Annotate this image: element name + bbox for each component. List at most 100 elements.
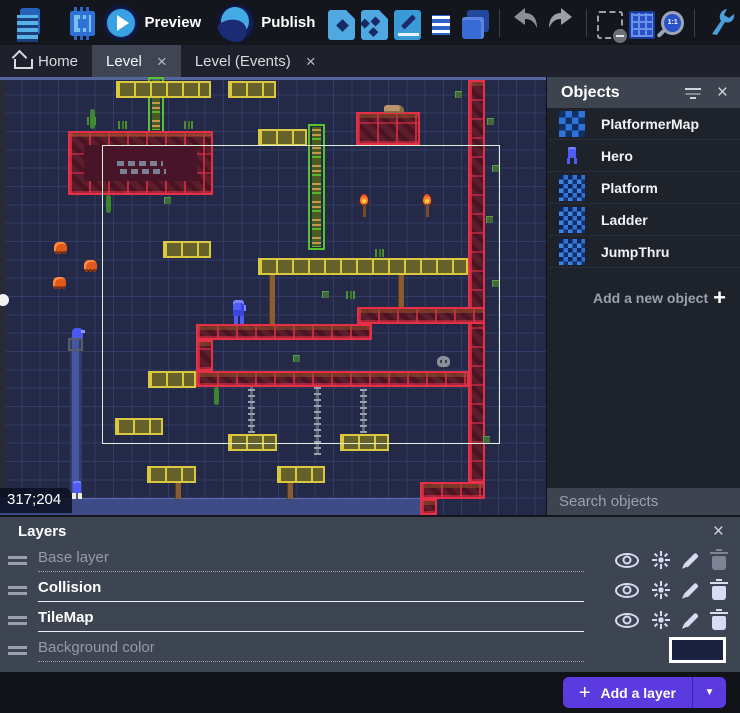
publish-button[interactable]: Publish — [217, 4, 325, 42]
add-new-object-button[interactable]: Add a new object + — [547, 283, 740, 314]
object-item-ladder[interactable]: Ladder — [547, 204, 740, 236]
jumpthru-tile[interactable] — [147, 466, 196, 483]
properties-icon[interactable] — [394, 10, 421, 40]
jumpthru-tile[interactable] — [277, 466, 325, 483]
layer-name[interactable]: TileMap — [38, 609, 584, 631]
drag-handle-icon[interactable] — [8, 586, 27, 595]
object-item-platformermap[interactable]: PlatformerMap — [547, 108, 740, 140]
platform-tile[interactable] — [420, 499, 437, 515]
background-color-swatch[interactable] — [669, 637, 726, 663]
hero-instance[interactable] — [71, 481, 83, 499]
moss-decoration — [293, 355, 300, 362]
redo-icon[interactable] — [546, 6, 576, 40]
add-layer-button[interactable]: + Add a layer — [563, 677, 692, 708]
torch-sprite[interactable] — [420, 194, 434, 218]
grass-decoration — [183, 121, 194, 129]
publish-label: Publish — [261, 14, 315, 31]
close-icon[interactable]: × — [717, 83, 728, 102]
toolbar-divider — [586, 9, 587, 37]
layer-row-background-color[interactable]: Background color — [0, 635, 740, 665]
hero-thumbnail-icon — [559, 147, 585, 164]
tab-bar: Home Level × Level (Events) × — [0, 45, 740, 77]
close-icon[interactable]: × — [157, 53, 167, 70]
effects-icon[interactable] — [651, 580, 671, 600]
tilemap-thumbnail-icon — [559, 175, 585, 201]
close-icon[interactable]: × — [306, 53, 316, 70]
preview-button[interactable]: Preview — [103, 5, 212, 41]
platform-tile[interactable] — [356, 112, 420, 145]
jumpthru-tile[interactable] — [116, 81, 211, 98]
drag-handle-icon[interactable] — [8, 646, 27, 655]
tools-wrench-icon[interactable] — [705, 6, 737, 40]
layers-panel: Layers × Base layer Collision TileMap — [0, 515, 740, 672]
pixel-text-decoration — [120, 169, 166, 174]
jumpthru-tile[interactable] — [228, 81, 276, 98]
drag-handle-icon[interactable] — [8, 616, 27, 625]
moss-decoration — [483, 436, 490, 443]
plus-icon: + — [579, 683, 591, 703]
enemy-sprite[interactable] — [84, 260, 97, 270]
vertical-scrollbar[interactable] — [0, 80, 6, 515]
object-groups-icon[interactable] — [361, 10, 388, 40]
scene-editor-canvas[interactable]: 317;204 — [0, 77, 546, 515]
delete-icon[interactable] — [712, 616, 726, 630]
close-icon[interactable]: × — [713, 522, 724, 541]
edit-icon[interactable] — [684, 613, 699, 628]
visibility-icon[interactable] — [615, 583, 639, 598]
objects-panel-title: Objects — [561, 84, 685, 102]
visibility-icon[interactable] — [615, 613, 639, 628]
object-item-jumpthru[interactable]: JumpThru — [547, 236, 740, 268]
layer-row-base[interactable]: Base layer — [0, 545, 740, 575]
layer-name[interactable]: Background color — [38, 639, 584, 661]
plus-icon: + — [713, 287, 726, 309]
add-layer-dropdown-button[interactable]: ▼ — [692, 677, 726, 708]
jumpthru-tile[interactable] — [258, 129, 307, 146]
filter-icon[interactable] — [685, 87, 701, 99]
tab-level-label: Level — [106, 53, 142, 70]
clear-selection-icon[interactable] — [597, 11, 623, 39]
visibility-icon[interactable] — [615, 553, 639, 568]
edit-icon[interactable] — [684, 553, 699, 568]
bird-sprite — [72, 328, 83, 338]
search-objects-input[interactable] — [559, 493, 740, 510]
platform-tile[interactable] — [420, 482, 485, 499]
object-item-hero[interactable]: Hero — [547, 140, 740, 172]
tilemap-thumbnail-icon — [559, 111, 585, 137]
grass-decoration — [374, 249, 385, 257]
tab-level-events[interactable]: Level (Events) × — [181, 45, 330, 77]
object-item-label: PlatformerMap — [601, 116, 699, 132]
layer-name[interactable]: Base layer — [38, 549, 584, 571]
grass-decoration — [345, 291, 356, 299]
layer-row-tilemap[interactable]: TileMap — [0, 605, 740, 635]
objects-search-bar — [547, 488, 740, 515]
project-manager-icon[interactable] — [11, 6, 41, 40]
tab-home[interactable]: Home — [0, 45, 92, 77]
globe-icon — [217, 4, 255, 42]
play-icon — [103, 5, 139, 41]
layer-name[interactable]: Collision — [38, 579, 584, 601]
effects-icon[interactable] — [651, 550, 671, 570]
objects-list: PlatformerMap HeroPlatformLadderJumpThru — [547, 108, 740, 283]
enemy-sprite[interactable] — [53, 277, 66, 287]
post-decoration[interactable] — [175, 483, 181, 499]
tab-level[interactable]: Level × — [92, 45, 181, 77]
object-item-platform[interactable]: Platform — [547, 172, 740, 204]
undo-icon[interactable] — [510, 6, 540, 40]
grid-toggle-icon[interactable] — [629, 11, 655, 39]
post-decoration[interactable] — [287, 483, 293, 499]
edit-icon[interactable] — [684, 583, 699, 598]
torch-sprite[interactable] — [357, 194, 371, 218]
layer-row-collision[interactable]: Collision — [0, 575, 740, 605]
layers-editor-icon[interactable] — [461, 10, 489, 40]
moss-decoration — [455, 91, 462, 98]
delete-icon[interactable] — [712, 586, 726, 600]
debug-icon[interactable] — [66, 6, 96, 40]
enemy-sprite[interactable] — [54, 242, 67, 252]
waterfall-decoration[interactable] — [70, 337, 82, 499]
instances-list-icon[interactable] — [427, 10, 455, 40]
drag-handle-icon[interactable] — [8, 556, 27, 565]
hero-instance[interactable] — [229, 300, 248, 324]
objects-editor-icon[interactable] — [328, 10, 355, 40]
effects-icon[interactable] — [651, 610, 671, 630]
zoom-1-1-icon[interactable]: 1:1 — [661, 11, 684, 35]
